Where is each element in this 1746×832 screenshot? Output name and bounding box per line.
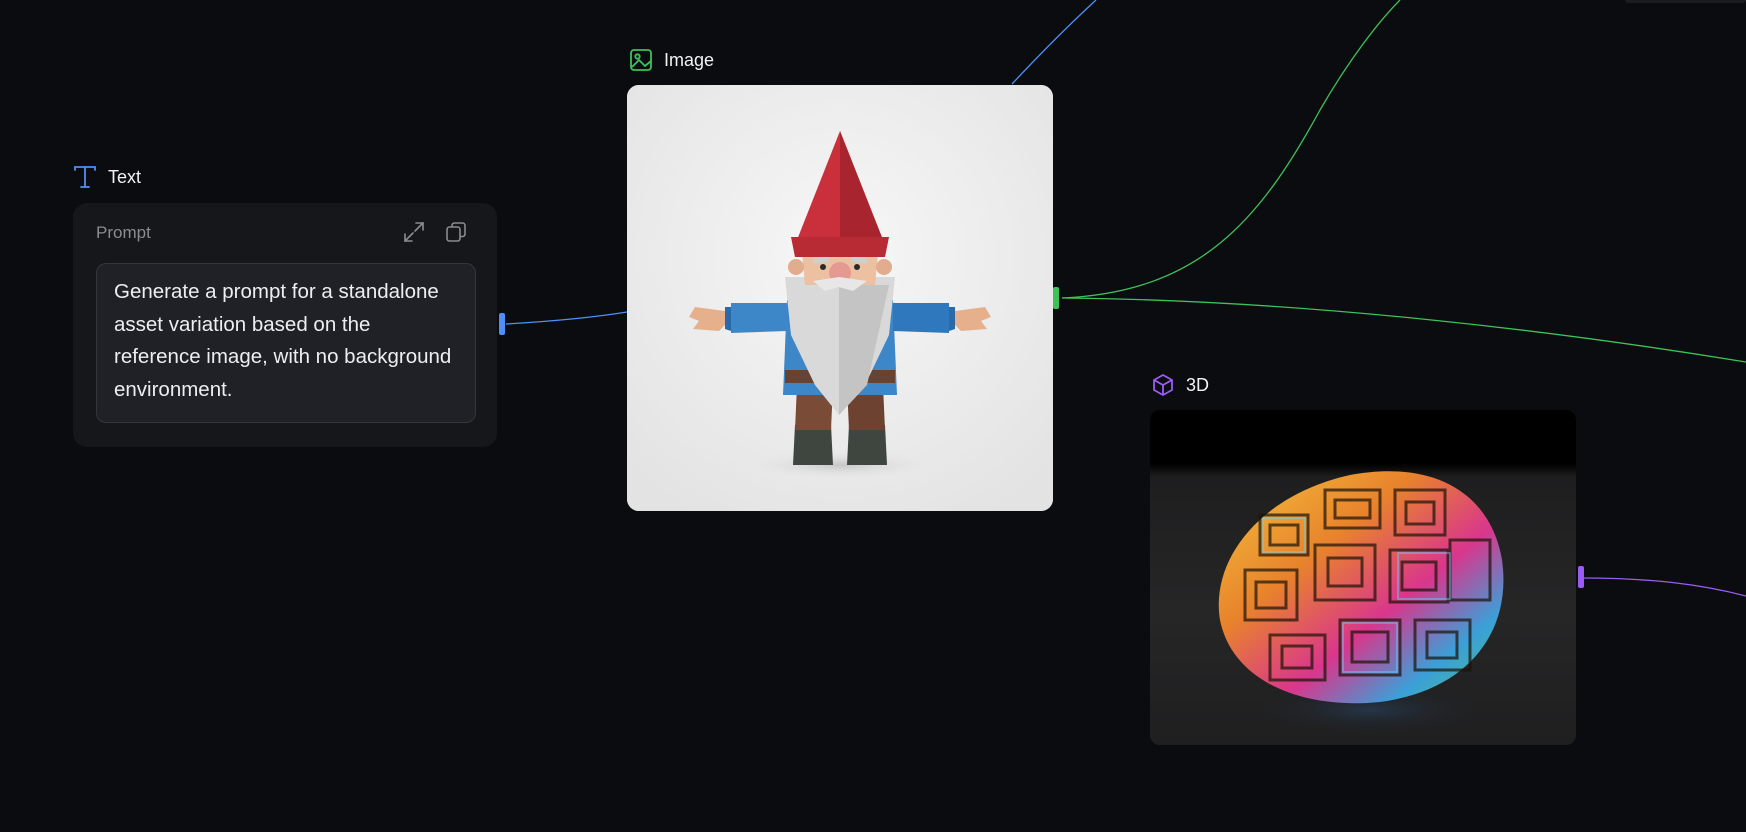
wire-text-to-image <box>505 311 628 325</box>
wire-image-in-top <box>1011 0 1097 85</box>
wire-3d-out <box>1581 577 1746 597</box>
cube-icon <box>1150 372 1176 398</box>
text-output-port[interactable] <box>499 313 505 335</box>
gnome-image <box>627 85 1053 511</box>
image-preview[interactable] <box>627 85 1053 511</box>
offscreen-node-edge <box>1625 0 1746 3</box>
copy-button[interactable] <box>443 221 469 247</box>
prompt-label: Prompt <box>96 223 151 242</box>
prompt-textarea[interactable]: Generate a prompt for a standalone asset… <box>96 263 476 423</box>
image-icon <box>628 47 654 73</box>
model3d-preview[interactable] <box>1150 410 1576 745</box>
crystal-model <box>1218 471 1504 736</box>
wire-image-out-right <box>1061 297 1746 363</box>
copy-icon <box>445 221 467 248</box>
text-node-header[interactable]: Text <box>72 164 141 190</box>
model3d-output-port[interactable] <box>1578 566 1584 588</box>
expand-button[interactable] <box>401 221 427 247</box>
text-node-title: Text <box>108 166 142 187</box>
wire-image-out-up <box>1061 0 1401 299</box>
text-node[interactable]: Prompt Generate a prompt for a standalon… <box>73 203 497 447</box>
image-node-title: Image <box>664 49 715 70</box>
image-node-header[interactable]: Image <box>628 47 714 73</box>
expand-icon <box>403 221 425 248</box>
text-type-icon <box>72 164 98 190</box>
image-output-port[interactable] <box>1053 287 1059 309</box>
model3d-node-header[interactable]: 3D <box>1150 372 1209 398</box>
model3d-node-title: 3D <box>1186 374 1210 395</box>
